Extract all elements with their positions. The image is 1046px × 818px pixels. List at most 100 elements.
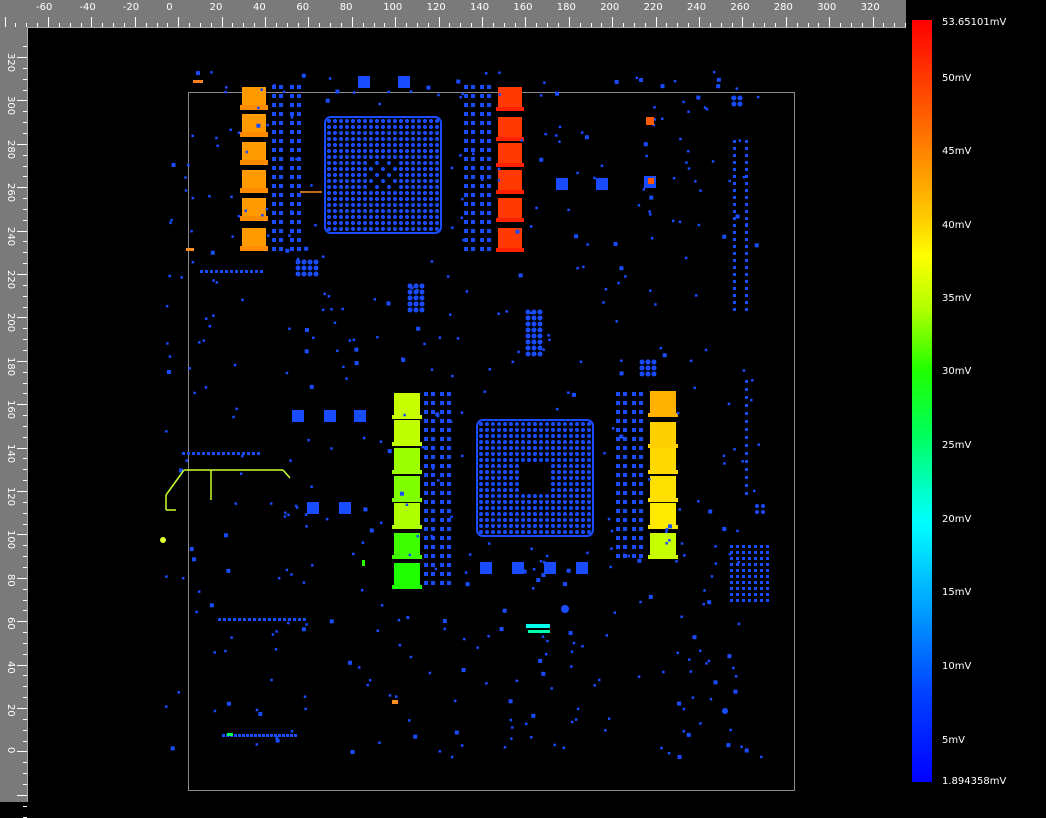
smd-component xyxy=(509,718,513,722)
smd-component xyxy=(321,308,325,312)
vrm-pad-left-top xyxy=(242,114,266,134)
capacitor xyxy=(487,193,491,197)
pcb-via xyxy=(755,510,759,514)
smd-component xyxy=(730,545,733,548)
vrm-pad-left-bottom xyxy=(392,415,422,419)
smd-component xyxy=(515,229,520,234)
smd-component xyxy=(180,276,183,279)
capacitor xyxy=(424,392,428,396)
capacitor xyxy=(447,455,451,459)
capacitor xyxy=(272,193,276,197)
smd-component xyxy=(742,175,746,179)
capacitor xyxy=(290,166,294,170)
smd-component xyxy=(562,582,567,587)
smd-component xyxy=(760,557,763,560)
smd-component xyxy=(295,157,298,161)
smd-component xyxy=(619,371,624,376)
smd-component xyxy=(728,179,731,183)
smd-component xyxy=(487,542,491,545)
capacitor xyxy=(632,491,636,495)
smd-component xyxy=(465,582,470,587)
capacitor xyxy=(279,157,283,161)
smd-component xyxy=(689,359,693,363)
capacitor xyxy=(639,536,643,540)
connector-pin xyxy=(210,270,213,273)
smd-component xyxy=(461,92,464,96)
smd-component xyxy=(498,71,501,74)
smd-component xyxy=(451,374,454,378)
capacitor xyxy=(464,202,468,206)
smd-component xyxy=(301,627,306,632)
capacitor xyxy=(464,247,468,251)
capacitor xyxy=(440,581,444,585)
smd-component xyxy=(723,462,726,465)
smd-component xyxy=(760,599,763,602)
connector-pin xyxy=(227,452,230,455)
smd-component xyxy=(654,303,657,306)
capacitor xyxy=(464,229,468,233)
smd-component xyxy=(733,259,736,262)
capacitor xyxy=(424,509,428,513)
capacitor xyxy=(480,247,484,251)
smd-component xyxy=(325,98,330,103)
vrm-pad-right-top xyxy=(496,248,524,252)
connector-pin xyxy=(220,270,223,273)
smd-component xyxy=(397,618,401,622)
smd-component xyxy=(570,720,574,724)
smd-component xyxy=(639,78,644,83)
hot-spot xyxy=(528,630,550,633)
pcb-via xyxy=(525,327,531,333)
smd-component xyxy=(736,551,739,554)
capacitor xyxy=(639,545,643,549)
smd-component xyxy=(754,545,757,548)
connector-pin xyxy=(212,452,215,455)
smd-component xyxy=(192,557,197,562)
smd-component xyxy=(733,448,736,451)
smd-component xyxy=(754,599,757,602)
capacitor xyxy=(424,410,428,414)
capacitor xyxy=(471,139,475,143)
smd-component xyxy=(416,288,419,292)
smd-component xyxy=(453,699,457,703)
large-pad xyxy=(307,502,319,514)
voltage-drop-plot[interactable] xyxy=(0,0,906,802)
smd-component xyxy=(185,459,188,462)
smd-component xyxy=(737,622,741,626)
smd-component xyxy=(733,245,736,248)
smd-component xyxy=(558,125,562,129)
smd-component xyxy=(609,565,612,569)
capacitor xyxy=(464,220,468,224)
smd-component xyxy=(480,178,484,181)
smd-component xyxy=(288,234,291,237)
capacitor xyxy=(447,509,451,513)
smd-component xyxy=(401,357,406,362)
pcb-via xyxy=(537,321,543,327)
smd-component xyxy=(699,722,702,725)
capacitor xyxy=(464,148,468,152)
smd-component xyxy=(754,557,757,560)
capacitor xyxy=(424,455,428,459)
left-ruler-tick xyxy=(23,805,27,807)
smd-component xyxy=(314,223,317,227)
smd-component xyxy=(627,554,631,558)
capacitor xyxy=(623,500,627,504)
capacitor xyxy=(623,482,627,486)
pcb-via xyxy=(651,359,657,365)
smd-component xyxy=(437,93,440,97)
smd-component xyxy=(539,157,544,162)
capacitor xyxy=(447,581,451,585)
smd-component xyxy=(745,231,748,234)
smd-component xyxy=(449,313,452,316)
smd-component xyxy=(304,349,309,354)
smd-component xyxy=(672,176,676,180)
smd-component xyxy=(705,662,708,665)
capacitor xyxy=(623,464,627,468)
capacitor xyxy=(440,554,444,558)
pcb-via xyxy=(731,101,737,107)
smd-component xyxy=(505,310,508,313)
smd-component xyxy=(733,168,736,171)
legend-min-label: 1.894358mV xyxy=(942,776,1007,787)
capacitor xyxy=(464,94,468,98)
smd-component xyxy=(748,545,751,548)
left-ruler-tick xyxy=(23,816,27,818)
